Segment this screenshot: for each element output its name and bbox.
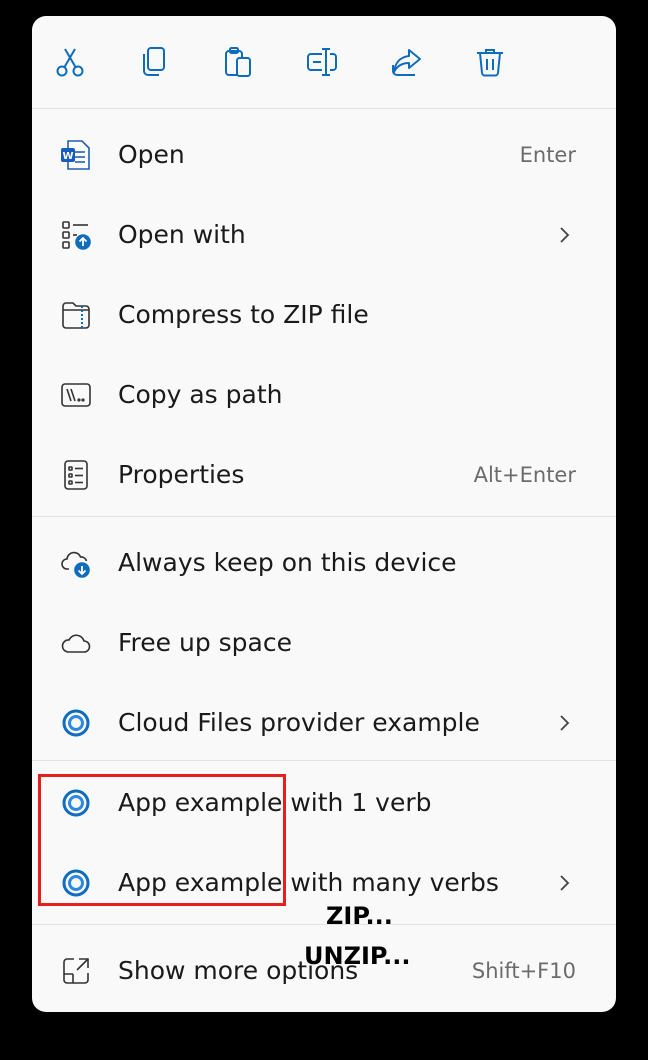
- zip-folder-icon: [60, 299, 92, 331]
- chevron-right-icon: [552, 711, 576, 735]
- trash-icon: [477, 49, 503, 77]
- copy-button[interactable]: [134, 42, 174, 82]
- shortcut-text: Shift+F10: [471, 959, 576, 983]
- menu-item-label: Free up space: [118, 628, 292, 657]
- share-button[interactable]: [386, 42, 426, 82]
- menu-item-copy-as-path[interactable]: Copy as path: [32, 355, 616, 435]
- cloud-download-icon: [60, 547, 92, 579]
- highlight-box: [38, 774, 286, 906]
- menu-item-label: Compress to ZIP file: [118, 300, 369, 329]
- chevron-right-icon: [552, 871, 576, 895]
- cut-button[interactable]: [50, 42, 90, 82]
- unzip-verb-label: UNZIP...: [304, 942, 411, 970]
- menu-item-label: Cloud Files provider example: [118, 708, 480, 737]
- menu-item-label: Copy as path: [118, 380, 283, 409]
- shortcut-text: Enter: [519, 143, 576, 167]
- show-more-icon: [60, 955, 92, 987]
- menu-item-always-keep[interactable]: Always keep on this device: [32, 523, 616, 603]
- context-menu-toolbar: [32, 16, 616, 109]
- separator: [32, 760, 616, 761]
- menu-item-label: Always keep on this device: [118, 548, 457, 577]
- cloud-icon: [60, 627, 92, 659]
- separator: [32, 924, 616, 925]
- shortcut-text: Alt+Enter: [473, 463, 576, 487]
- copy-icon: [143, 47, 165, 76]
- paste-button[interactable]: [218, 42, 258, 82]
- menu-item-cloud-files-provider[interactable]: Cloud Files provider example: [32, 683, 616, 763]
- copy-path-icon: [60, 379, 92, 411]
- open-with-icon: [60, 219, 92, 251]
- menu-item-compress-zip[interactable]: Compress to ZIP file: [32, 275, 616, 355]
- paste-icon: [225, 47, 251, 77]
- menu-item-label: Open with: [118, 220, 246, 249]
- properties-icon: [60, 459, 92, 491]
- svg-text:W: W: [62, 151, 73, 162]
- zip-verb-label: ZIP...: [326, 902, 393, 930]
- rename-button[interactable]: [302, 42, 342, 82]
- separator: [32, 516, 616, 517]
- menu-item-open[interactable]: W Open Enter: [32, 115, 616, 195]
- rename-icon: [307, 48, 337, 76]
- share-icon: [392, 49, 421, 76]
- chevron-right-icon: [552, 223, 576, 247]
- menu-item-properties[interactable]: Properties Alt+Enter: [32, 435, 616, 515]
- menu-item-free-up-space[interactable]: Free up space: [32, 603, 616, 683]
- app-ring-icon: [60, 707, 92, 739]
- menu-item-label: Properties: [118, 460, 245, 489]
- menu-item-open-with[interactable]: Open with: [32, 195, 616, 275]
- scissors-icon: [56, 48, 84, 77]
- delete-button[interactable]: [470, 42, 510, 82]
- menu-item-label: Open: [118, 140, 185, 169]
- word-document-icon: W: [60, 139, 92, 171]
